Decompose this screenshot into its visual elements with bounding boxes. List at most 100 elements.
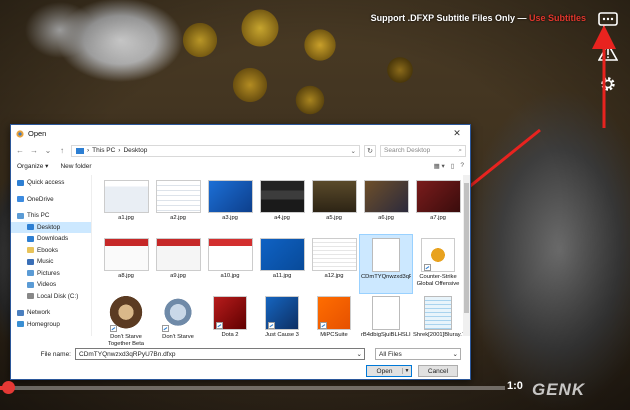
file-name: CDmTYQnwzxd3qRPyU7Bn.dfxp: [361, 274, 411, 280]
file-item[interactable]: a9.jpg: [152, 235, 204, 293]
navigation-pane: Quick access OneDrive This PC Desktop Downlo…: [11, 175, 91, 336]
file-name: a10.jpg: [220, 273, 240, 279]
file-item[interactable]: a11.jpg: [256, 235, 308, 293]
view-options-icon[interactable]: ▦ ▾: [434, 162, 445, 170]
search-placeholder: Search Desktop: [384, 147, 431, 154]
folder-icon: [17, 212, 24, 219]
folder-icon: [27, 235, 34, 242]
file-type-value: All Files: [379, 350, 402, 358]
open-options-arrow-icon[interactable]: ▼: [402, 368, 411, 374]
file-item[interactable]: rB4dbigSjuiBLHSLIQAU.dfxp: [360, 293, 412, 351]
settings-gear-icon[interactable]: [596, 72, 620, 96]
organize-menu[interactable]: Organize ▾: [17, 162, 48, 170]
seek-handle[interactable]: [2, 381, 15, 394]
nav-item-downloads[interactable]: Downloads: [11, 233, 91, 245]
file-item[interactable]: a4.jpg: [256, 177, 308, 235]
search-input[interactable]: Search Desktop ⌕: [380, 144, 466, 157]
nav-item-music[interactable]: Music: [11, 256, 91, 268]
scrollbar-thumb[interactable]: [464, 183, 469, 313]
seek-bar[interactable]: [0, 386, 505, 390]
address-dropdown-icon[interactable]: ⌄: [351, 147, 356, 155]
open-file-dialog: Open ✕ ← → ⌄ ↑ › This PC › Desktop ⌄ ↻ S…: [10, 124, 471, 380]
file-name: Just Cause 3: [265, 332, 299, 338]
nav-item-this-pc[interactable]: This PC: [11, 210, 91, 222]
nav-item-desktop[interactable]: Desktop: [11, 221, 91, 233]
file-item[interactable]: Dota 2: [204, 293, 256, 351]
file-thumbnail: [103, 238, 149, 271]
file-item[interactable]: Just Cause 3: [256, 293, 308, 351]
filename-label: File name:: [40, 350, 71, 358]
file-thumbnail: [213, 296, 247, 330]
preview-pane-icon[interactable]: ▯: [451, 162, 455, 170]
file-thumbnail: [363, 180, 409, 213]
forward-arrow-icon[interactable]: →: [29, 146, 39, 155]
filename-dropdown-icon[interactable]: ⌄: [357, 350, 362, 358]
file-name: a5.jpg: [326, 215, 342, 221]
open-button[interactable]: Open ▼: [366, 365, 412, 377]
file-name: Counter-Strike Global Offensive: [416, 274, 460, 287]
file-item[interactable]: CDmTYQnwzxd3qRPyU7Bn.dfxp: [359, 234, 413, 294]
folder-icon: [17, 309, 24, 316]
file-item[interactable]: a10.jpg: [204, 235, 256, 293]
file-item[interactable]: a7.jpg: [412, 177, 464, 235]
file-item[interactable]: a6.jpg: [360, 177, 412, 235]
file-name: Shrek[2001]Bluray.720p.x264.ac3.srt: [413, 332, 463, 338]
address-bar[interactable]: › This PC › Desktop ⌄: [71, 144, 360, 157]
file-list-scrollbar[interactable]: [463, 175, 470, 336]
file-item[interactable]: Shrek[2001]Bluray.720p.x264.ac3.srt: [412, 293, 464, 351]
nav-item-videos[interactable]: Videos: [11, 279, 91, 291]
subtitles-icon[interactable]: [596, 8, 620, 32]
nav-item-label: Music: [37, 258, 54, 266]
file-name: Dota 2: [221, 332, 239, 338]
folder-icon: [27, 247, 34, 254]
help-icon[interactable]: ?: [460, 162, 464, 170]
file-type-select[interactable]: All Files ⌄: [375, 348, 461, 360]
nav-item-pictures[interactable]: Pictures: [11, 268, 91, 280]
file-item[interactable]: Counter-Strike Global Offensive: [412, 235, 464, 293]
file-item[interactable]: a5.jpg: [308, 177, 360, 235]
file-name: a1.jpg: [118, 215, 134, 221]
file-item[interactable]: a8.jpg: [100, 235, 152, 293]
file-name: Don't Starve: [162, 334, 194, 340]
breadcrumb-this-pc[interactable]: This PC: [92, 147, 115, 154]
back-arrow-icon[interactable]: ←: [15, 146, 25, 155]
file-grid: a1.jpg a2.jpg a3.jpg a4.jpg a5.jpg a6.jpg a7.j…: [100, 177, 464, 351]
nav-item-label: OneDrive: [27, 195, 54, 203]
file-item[interactable]: a12.jpg: [308, 235, 360, 293]
folder-icon: [17, 196, 24, 203]
dialog-title-bar[interactable]: Open ✕: [11, 125, 470, 142]
file-thumbnail: [372, 238, 400, 272]
open-button-label: Open: [376, 367, 393, 375]
file-item[interactable]: Don't Starve: [152, 293, 204, 351]
nav-item-onedrive[interactable]: OneDrive: [11, 194, 91, 206]
nav-item-network[interactable]: Network: [11, 307, 91, 319]
nav-item-label: Pictures: [37, 269, 60, 277]
up-arrow-icon[interactable]: ↑: [57, 146, 67, 155]
new-folder-button[interactable]: New folder: [60, 163, 91, 170]
file-item[interactable]: a1.jpg: [100, 177, 152, 235]
nav-item-homegroup[interactable]: Homegroup: [11, 319, 91, 331]
file-name: a4.jpg: [274, 215, 290, 221]
file-item[interactable]: a3.jpg: [204, 177, 256, 235]
file-item[interactable]: a2.jpg: [152, 177, 204, 235]
close-icon[interactable]: ✕: [444, 125, 470, 142]
file-thumbnail: [259, 238, 305, 271]
folder-icon: [17, 179, 24, 186]
file-item[interactable]: Don't Starve Together Beta: [100, 293, 152, 351]
nav-item-local-disk-c[interactable]: Local Disk (C:): [11, 291, 91, 303]
nav-item-ebooks[interactable]: Ebooks: [11, 245, 91, 257]
refresh-icon[interactable]: ↻: [364, 144, 376, 157]
file-thumbnail: [108, 296, 144, 332]
warning-icon[interactable]: [596, 40, 620, 64]
filename-input[interactable]: CDmTYQnwzxd3qRPyU7Bn.dfxp ⌄: [75, 348, 365, 360]
cancel-button[interactable]: Cancel: [418, 365, 458, 377]
file-item[interactable]: MiPCSuite: [308, 293, 360, 351]
breadcrumb-desktop[interactable]: Desktop: [123, 147, 147, 154]
use-subtitles-link[interactable]: Use Subtitles: [529, 13, 586, 23]
file-thumbnail: [311, 238, 357, 271]
nav-item-quick-access[interactable]: Quick access: [11, 177, 91, 189]
recent-locations-icon[interactable]: ⌄: [43, 146, 53, 155]
chevron-down-icon: ⌄: [452, 351, 458, 358]
folder-icon: [27, 258, 34, 265]
file-name: MiPCSuite: [320, 332, 348, 338]
